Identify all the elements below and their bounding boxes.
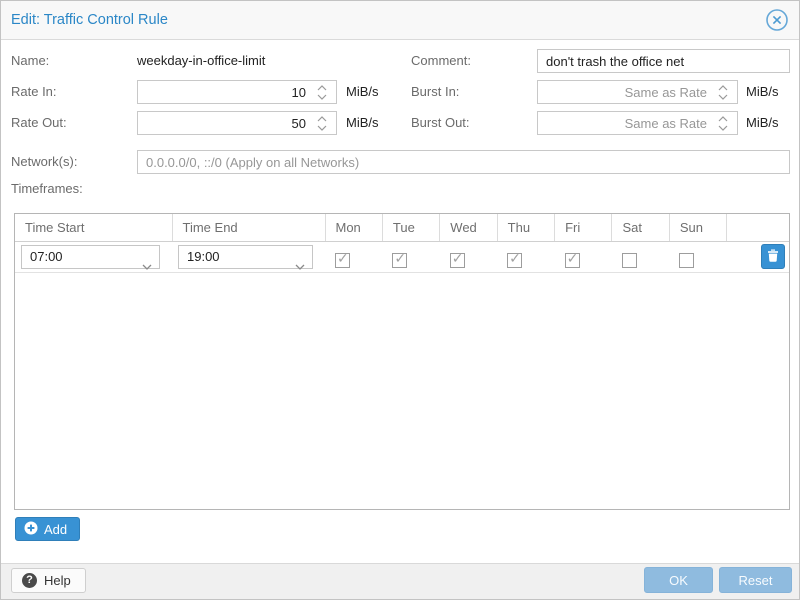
column-header-thu[interactable]: Thu [497, 214, 554, 242]
column-header-fri[interactable]: Fri [555, 214, 612, 242]
spinner-down-icon[interactable] [317, 94, 327, 100]
time-end-value: 19:00 [187, 249, 220, 264]
delete-row-button[interactable] [761, 244, 785, 269]
add-button-label: Add [44, 522, 67, 537]
trash-icon [767, 249, 779, 265]
rate-in-unit: MiB/s [346, 80, 379, 104]
rate-in-field-wrap [137, 80, 337, 104]
rate-in-label: Rate In: [11, 80, 57, 104]
burst-out-label: Burst Out: [411, 111, 470, 135]
rate-in-input[interactable] [138, 81, 336, 103]
burst-out-input[interactable] [538, 112, 737, 134]
burst-in-field-wrap [537, 80, 738, 104]
column-header-actions [727, 214, 789, 242]
dialog-title: Edit: Traffic Control Rule [11, 1, 168, 39]
spinner-up-icon[interactable] [317, 116, 327, 122]
burst-out-unit: MiB/s [746, 111, 779, 135]
burst-in-input[interactable] [538, 81, 737, 103]
checkbox-fri[interactable] [565, 253, 580, 268]
spinner-down-icon[interactable] [317, 125, 327, 131]
timeframe-row: 07:00 19:00 [15, 242, 789, 273]
comment-label: Comment: [411, 49, 471, 73]
reset-button[interactable]: Reset [719, 567, 792, 593]
timeframes-grid: Time Start Time End Mon Tue Wed Thu Fri … [14, 213, 790, 510]
close-icon [766, 19, 788, 34]
burst-in-unit: MiB/s [746, 80, 779, 104]
time-start-combobox[interactable]: 07:00 [21, 245, 160, 269]
rate-out-field-wrap [137, 111, 337, 135]
grid-header-row: Time Start Time End Mon Tue Wed Thu Fri … [15, 214, 789, 242]
column-header-wed[interactable]: Wed [440, 214, 497, 242]
checkbox-thu[interactable] [507, 253, 522, 268]
rate-out-label: Rate Out: [11, 111, 67, 135]
add-timeframe-button[interactable]: Add [15, 517, 80, 541]
timeframes-label: Timeframes: [11, 180, 83, 198]
ok-button[interactable]: OK [644, 567, 713, 593]
dialog-footer: Help OK Reset [1, 563, 799, 599]
spinner-down-icon[interactable] [718, 94, 728, 100]
column-header-tue[interactable]: Tue [382, 214, 439, 242]
spinner-up-icon[interactable] [718, 85, 728, 91]
rate-out-input[interactable] [138, 112, 336, 134]
help-button-label: Help [44, 573, 71, 588]
comment-field-wrap [537, 49, 790, 73]
networks-label: Network(s): [11, 150, 77, 174]
help-button[interactable]: Help [11, 568, 86, 593]
close-button[interactable] [766, 9, 788, 31]
spinner-up-icon[interactable] [317, 85, 327, 91]
spinner-up-icon[interactable] [718, 116, 728, 122]
column-header-time-start[interactable]: Time Start [15, 214, 172, 242]
networks-field-wrap [137, 150, 790, 174]
time-end-combobox[interactable]: 19:00 [178, 245, 313, 269]
burst-out-spinner [718, 112, 730, 134]
checkbox-mon[interactable] [335, 253, 350, 268]
burst-in-label: Burst In: [411, 80, 459, 104]
chevron-down-icon [142, 255, 152, 277]
column-header-sat[interactable]: Sat [612, 214, 669, 242]
checkbox-tue[interactable] [392, 253, 407, 268]
checkbox-wed[interactable] [450, 253, 465, 268]
time-start-value: 07:00 [30, 249, 63, 264]
name-value: weekday-in-office-limit [137, 49, 265, 73]
rate-out-unit: MiB/s [346, 111, 379, 135]
circle-plus-icon [24, 521, 38, 538]
column-header-mon[interactable]: Mon [325, 214, 382, 242]
networks-input[interactable] [138, 151, 789, 173]
spinner-down-icon[interactable] [718, 125, 728, 131]
comment-input[interactable] [538, 50, 789, 72]
burst-in-spinner [718, 81, 730, 103]
question-circle-icon [22, 573, 37, 588]
dialog-titlebar: Edit: Traffic Control Rule [1, 1, 799, 40]
chevron-down-icon [295, 255, 305, 277]
traffic-control-rule-dialog: Edit: Traffic Control Rule Name: weekday… [0, 0, 800, 600]
column-header-sun[interactable]: Sun [669, 214, 726, 242]
checkbox-sat[interactable] [622, 253, 637, 268]
name-label: Name: [11, 49, 49, 73]
column-header-time-end[interactable]: Time End [172, 214, 325, 242]
rate-in-spinner [317, 81, 329, 103]
checkbox-sun[interactable] [679, 253, 694, 268]
burst-out-field-wrap [537, 111, 738, 135]
rate-out-spinner [317, 112, 329, 134]
